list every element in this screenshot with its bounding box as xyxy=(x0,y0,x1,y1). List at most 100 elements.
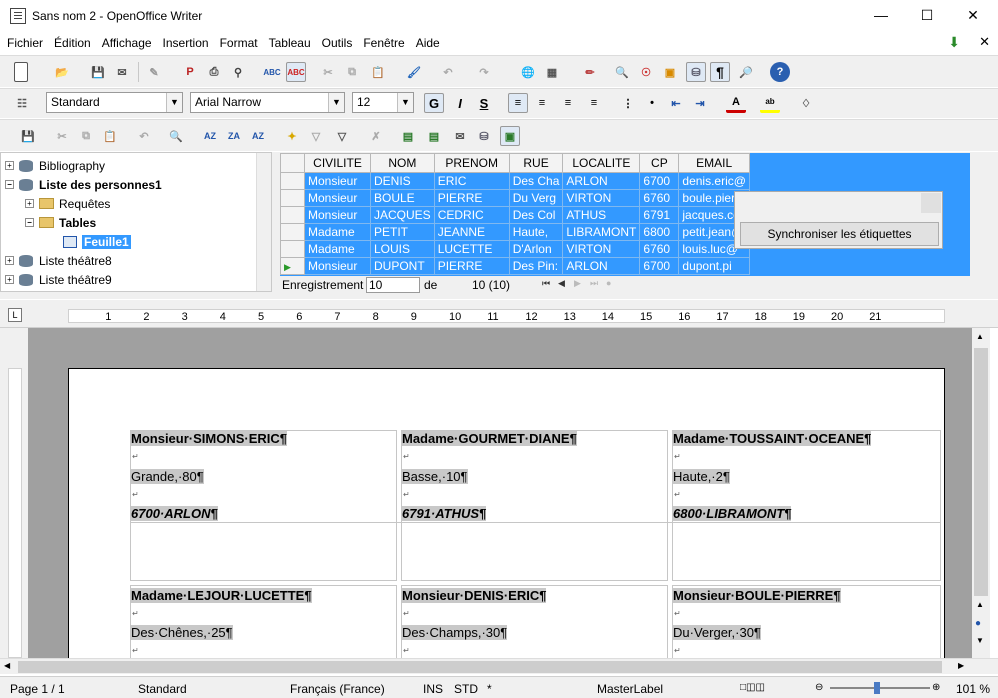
undo-icon[interactable]: ↶ xyxy=(438,62,458,82)
row-handle[interactable] xyxy=(280,223,305,241)
increase-indent-icon[interactable]: ⇥ xyxy=(690,93,710,113)
zoom-in-icon[interactable]: ⊕ xyxy=(932,682,940,693)
menu-format[interactable]: Format xyxy=(220,36,258,50)
sort-descending-icon[interactable]: ZA xyxy=(224,126,244,146)
grid-cell[interactable]: Monsieur xyxy=(304,257,371,275)
grid-cell[interactable]: LUCETTE xyxy=(433,240,510,258)
align-right-icon[interactable]: ≡ xyxy=(558,93,578,113)
scroll-thumb[interactable] xyxy=(974,348,988,596)
grid-cell[interactable]: DUPONT xyxy=(370,257,435,275)
grid-cell[interactable]: ARLON xyxy=(562,172,641,190)
grid-cell[interactable]: PIERRE xyxy=(433,189,510,207)
prev-record-icon[interactable]: ◀ xyxy=(558,278,565,289)
table-row[interactable]: Monsieur DENIS ERIC Des Cha ARLON 6700 denis.e… xyxy=(280,172,750,190)
format-paintbrush-icon[interactable]: 🖌 xyxy=(404,62,424,82)
align-left-icon[interactable]: ≡ xyxy=(508,93,528,113)
data-to-text-icon[interactable]: ▤ xyxy=(398,126,418,146)
row-handle[interactable] xyxy=(280,206,305,224)
grid-cell[interactable]: 6760 xyxy=(639,189,680,207)
next-page-icon[interactable]: ▼ xyxy=(976,636,984,645)
scroll-thumb[interactable] xyxy=(18,661,942,673)
next-record-icon[interactable]: ▶ xyxy=(574,278,581,289)
grid-cell[interactable]: VIRTON xyxy=(562,240,641,258)
grid-cell[interactable]: BOULE xyxy=(370,189,435,207)
menu-fichier[interactable]: Fichier xyxy=(7,36,43,50)
autofilter-icon[interactable]: ✦ xyxy=(282,126,302,146)
vertical-scrollbar[interactable]: ▲ ▲ ● ▼ xyxy=(972,328,990,658)
record-number-input[interactable]: 10 xyxy=(366,277,420,293)
grid-cell[interactable]: dupont.pi xyxy=(678,257,750,275)
column-header[interactable]: EMAIL xyxy=(678,153,750,173)
grid-cell[interactable]: Monsieur xyxy=(304,206,371,224)
grid-cell[interactable]: JACQUES xyxy=(370,206,435,224)
help-icon[interactable]: ? xyxy=(770,62,790,82)
grid-cell[interactable]: ATHUS xyxy=(562,206,641,224)
data-sources-icon[interactable]: ⛁ xyxy=(686,62,706,82)
tree-scrollbar[interactable] xyxy=(256,153,271,291)
font-size-combo[interactable]: 12 ▼ xyxy=(352,92,414,113)
tree-item-liste-des-personnes1[interactable]: − Liste des personnes1 xyxy=(5,175,162,194)
standard-filter-icon[interactable]: ▽ xyxy=(306,126,326,146)
navigation-icon[interactable]: ● xyxy=(975,618,981,629)
open-icon[interactable]: 📂 xyxy=(52,62,72,82)
undo-icon[interactable]: ↶ xyxy=(134,126,154,146)
copy-icon[interactable]: ⧉ xyxy=(342,62,362,82)
horizontal-ruler[interactable]: L 1 2 3 4 5 6 7 8 9 10 11 12 13 14 15 16 17 18 19 20 21 xyxy=(0,300,998,328)
collapse-icon[interactable]: − xyxy=(5,180,14,189)
draw-functions-icon[interactable]: ✏ xyxy=(580,62,600,82)
column-header[interactable]: CP xyxy=(639,153,680,173)
mail-merge-icon[interactable]: ✉ xyxy=(450,126,470,146)
explorer-toggle-icon[interactable]: ▣ xyxy=(500,126,520,146)
zoom-icon[interactable]: 🔎 xyxy=(736,62,756,82)
tree-item-bibliography[interactable]: + Bibliography xyxy=(5,156,105,175)
apply-filter-icon[interactable]: ▽ xyxy=(332,126,352,146)
grid-cell[interactable]: 6800 xyxy=(639,223,680,241)
new-document-icon[interactable] xyxy=(14,62,28,82)
expand-icon[interactable]: + xyxy=(5,161,14,170)
chevron-down-icon[interactable]: ▼ xyxy=(166,93,182,112)
menu-outils[interactable]: Outils xyxy=(322,36,353,50)
grid-cell[interactable]: VIRTON xyxy=(562,189,641,207)
zoom-slider[interactable] xyxy=(830,687,930,689)
gallery-icon[interactable]: ▣ xyxy=(660,62,680,82)
grid-cell[interactable]: Du Verg xyxy=(508,189,564,207)
scroll-up-icon[interactable]: ▲ xyxy=(976,332,984,341)
edit-file-icon[interactable]: ✎ xyxy=(144,62,164,82)
grid-cell[interactable]: Monsieur xyxy=(304,189,371,207)
grid-scrollbar[interactable] xyxy=(970,153,986,276)
menu-affichage[interactable]: Affichage xyxy=(102,36,152,50)
sync-labels-button[interactable]: Synchroniser les étiquettes xyxy=(740,222,939,246)
italic-icon[interactable]: I xyxy=(450,93,470,113)
grid-cell[interactable]: CEDRIC xyxy=(433,206,510,224)
table-icon[interactable]: ▦ xyxy=(542,62,562,82)
bullets-icon[interactable]: • xyxy=(642,93,662,113)
table-row[interactable]: Monsieur JACQUES CEDRIC Des Col ATHUS 6791 jac… xyxy=(280,206,750,224)
underline-icon[interactable]: S xyxy=(474,93,494,113)
insert-mode[interactable]: INS xyxy=(423,682,443,696)
tree-item-requetes[interactable]: + Requêtes xyxy=(25,194,110,213)
tab-type-icon[interactable]: L xyxy=(8,308,22,322)
table-row[interactable]: Madame LOUIS LUCETTE D'Arlon VIRTON 6760 louis… xyxy=(280,240,750,258)
new-record-icon[interactable]: ● xyxy=(606,278,611,288)
copy-icon[interactable]: ⧉ xyxy=(76,126,96,146)
grid-cell[interactable]: D'Arlon xyxy=(508,240,564,258)
paste-icon[interactable]: 📋 xyxy=(100,126,120,146)
grid-cell[interactable]: Monsieur xyxy=(304,172,371,190)
prev-page-icon[interactable]: ▲ xyxy=(976,600,984,609)
table-row[interactable]: Monsieur BOULE PIERRE Du Verg VIRTON 6760 boul… xyxy=(280,189,750,207)
formatting-marks-icon[interactable]: ¶ xyxy=(710,62,730,82)
grid-cell[interactable]: JEANNE xyxy=(433,223,510,241)
expand-icon[interactable]: + xyxy=(25,199,34,208)
grid-cell[interactable]: denis.eric@ xyxy=(678,172,750,190)
menu-insertion[interactable]: Insertion xyxy=(163,36,209,50)
row-handle[interactable] xyxy=(280,189,305,207)
grid-cell[interactable]: Des Col xyxy=(508,206,564,224)
navigator-icon[interactable]: ☉ xyxy=(636,62,656,82)
horizontal-scrollbar[interactable]: ◀ ▶ xyxy=(0,658,998,674)
autospellcheck-icon[interactable]: ABC xyxy=(286,62,306,82)
paste-icon[interactable]: 📋 xyxy=(368,62,388,82)
selection-mode[interactable]: STD xyxy=(454,682,478,696)
row-handle[interactable]: ▶ xyxy=(280,257,305,275)
email-icon[interactable]: ✉ xyxy=(112,62,132,82)
zoom-out-icon[interactable]: ⊖ xyxy=(815,682,823,693)
